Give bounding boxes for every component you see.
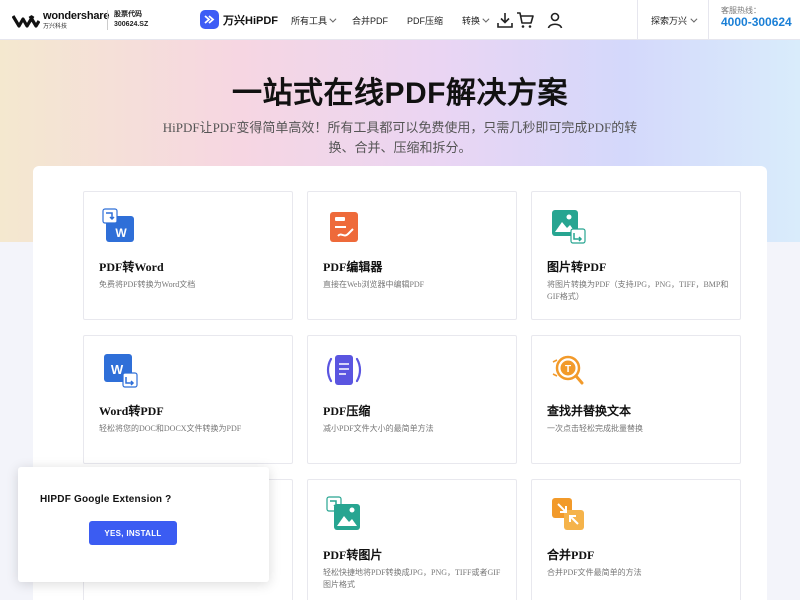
tool-card-pdf-to-image[interactable]: PDF转图片 轻松快捷地将PDF转换成JPG，PNG，TIFF或者GIF图片格式	[307, 479, 517, 600]
tool-title: Word转PDF	[99, 404, 164, 418]
explore-label: 探索万兴	[650, 15, 687, 26]
top-header: wondershare 万兴科技 股票代码 300624.SZ 万兴HiPDF …	[0, 0, 800, 40]
page-title: 一站式在线PDF解决方案	[232, 77, 568, 110]
pdf-to-image-icon	[326, 496, 360, 530]
nav-compress-label: PDF压缩	[407, 15, 444, 26]
hipdf-mark-icon	[200, 10, 219, 29]
explore-wondershare[interactable]: 探索万兴	[637, 0, 709, 40]
hipdf-logo[interactable]: 万兴HiPDF	[200, 10, 278, 29]
wondershare-mark-icon	[12, 14, 40, 28]
brand-name: wondershare	[43, 10, 110, 22]
nav-all-tools-label: 所有工具	[291, 15, 328, 26]
svg-text:W: W	[115, 226, 127, 240]
tool-card-pdf-compress[interactable]: PDF压缩 减小PDF文件大小的最简单方法	[307, 335, 517, 464]
nav-merge-label: 合并PDF	[352, 15, 389, 26]
chevron-down-icon	[482, 15, 490, 23]
tool-card-merge-pdf[interactable]: 合并PDF 合并PDF文件最简单的方法	[531, 479, 741, 600]
hotline: 客服热线： 4000-300624	[721, 6, 792, 29]
pdf-to-word-icon: W	[102, 208, 134, 242]
hotline-number[interactable]: 4000-300624	[721, 15, 792, 29]
image-to-pdf-icon	[552, 210, 586, 244]
tool-desc: 减小PDF文件大小的最简单方法	[323, 424, 434, 433]
chevron-down-icon	[329, 15, 337, 23]
hero-subtitle: HiPDF让PDF变得简单高效！所有工具都可以免费使用，只需几秒即可完成PDF的…	[162, 120, 638, 155]
install-extension-button[interactable]: YES, INSTALL	[89, 521, 177, 545]
tool-desc: 轻松将您的DOC和DOCX文件转换为PDF	[99, 424, 242, 433]
tool-title: PDF转图片	[323, 548, 383, 562]
nav-merge-pdf[interactable]: 合并PDF	[352, 0, 388, 40]
wondershare-logo[interactable]: wondershare 万兴科技	[12, 11, 109, 30]
tool-card-pdf-to-word[interactable]: W PDF转Word 免费将PDF转换为Word文档	[83, 191, 293, 320]
nav-all-tools[interactable]: 所有工具	[291, 0, 337, 40]
pdf-editor-icon	[330, 212, 358, 242]
tool-title: PDF压缩	[323, 404, 371, 418]
tool-card-image-to-pdf[interactable]: 图片转PDF 将图片转换为PDF（支持JPG，PNG，TIFF，BMP和GIF格…	[531, 191, 741, 320]
tool-title: PDF编辑器	[323, 260, 383, 274]
stock-code: 股票代码 300624.SZ	[107, 10, 148, 30]
word-to-pdf-icon: W	[104, 354, 138, 388]
nav-convert[interactable]: 转换	[462, 0, 490, 40]
merge-pdf-icon	[552, 498, 584, 530]
svg-text:T: T	[565, 364, 571, 375]
extension-popup: HIPDF Google Extension ? YES, INSTALL	[18, 467, 269, 582]
popup-title: HIPDF Google Extension ?	[40, 494, 172, 505]
nav-compress-pdf[interactable]: PDF压缩	[407, 0, 443, 40]
tool-desc: 免费将PDF转换为Word文档	[99, 280, 196, 289]
find-replace-icon: T	[552, 355, 584, 385]
tool-card-find-replace[interactable]: T 查找并替换文本 一次点击轻松完成批量替换	[531, 335, 741, 464]
tool-title: PDF转Word	[99, 260, 164, 274]
tool-card-pdf-editor[interactable]: PDF编辑器 直接在Web浏览器中编辑PDF	[307, 191, 517, 320]
download-icon[interactable]	[496, 11, 514, 29]
tool-desc: 将图片转换为PDF（支持JPG，PNG，TIFF，BMP和GIF格式）	[547, 280, 729, 301]
tool-card-word-to-pdf[interactable]: W Word转PDF 轻松将您的DOC和DOCX文件转换为PDF	[83, 335, 293, 464]
pdf-compress-icon	[326, 355, 362, 385]
stock-label: 股票代码	[114, 11, 142, 18]
cart-icon[interactable]	[516, 11, 534, 29]
user-icon[interactable]	[546, 11, 564, 29]
tool-title: 图片转PDF	[547, 260, 607, 274]
tool-desc: 一次点击轻松完成批量替换	[547, 424, 643, 433]
tool-desc: 轻松快捷地将PDF转换成JPG，PNG，TIFF或者GIF图片格式	[323, 568, 501, 589]
svg-text:W: W	[111, 362, 124, 377]
tool-title: 合并PDF	[547, 548, 595, 562]
tool-desc: 合并PDF文件最简单的方法	[547, 568, 642, 577]
chevron-down-icon	[690, 15, 698, 23]
nav-convert-label: 转换	[462, 15, 481, 26]
stock-number: 300624.SZ	[114, 21, 149, 28]
tool-desc: 直接在Web浏览器中编辑PDF	[323, 280, 425, 289]
product-name: 万兴HiPDF	[223, 14, 278, 27]
tool-title: 查找并替换文本	[547, 404, 632, 418]
brand-sub: 万兴科技	[43, 24, 68, 30]
